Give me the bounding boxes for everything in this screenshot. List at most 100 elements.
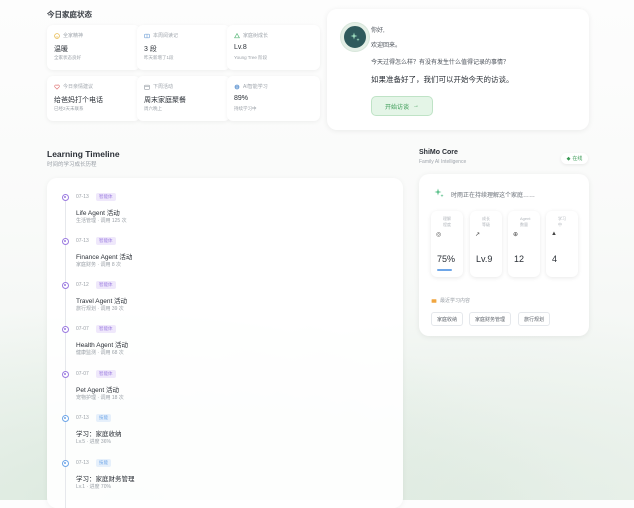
stat-card-reading[interactable]: 本周阅读记 3 段 昨天新增了1段 — [137, 25, 230, 70]
timeline-badge: 智能体 — [96, 281, 116, 289]
timeline-item-name: Pet Agent 活动 — [76, 387, 119, 394]
timeline-item-meta: 生活管理 · 调用 125 次 — [76, 218, 127, 224]
stat-label: 全家精神 — [63, 33, 84, 39]
heart-icon — [54, 84, 60, 90]
welcome-greeting: 你好, — [371, 28, 385, 34]
metric-learning[interactable]: 学习中 ▲ 4 — [546, 211, 578, 277]
core-title: ShiMo Core — [419, 149, 458, 156]
stat-card-activity[interactable]: 下周活动 周末家庭聚餐 周六晚上 — [137, 76, 230, 121]
timeline-dot-icon — [62, 371, 69, 378]
online-dot-icon: ◆ — [566, 155, 571, 162]
stat-sub: 持续学习中 — [234, 106, 257, 111]
metric-value: 75% — [437, 254, 456, 264]
timeline-badge: 智能体 — [96, 237, 116, 245]
timeline-item-meta: 家庭财务 · 调用 8 次 — [76, 262, 122, 268]
metric-growth[interactable]: 成长等级 ↗ Lv.9 — [470, 211, 502, 277]
timeline-item[interactable]: 07-13 技能 学习：家庭收纳 Lv.5 · 进度 36% — [59, 414, 359, 455]
timeline-badge: 智能体 — [96, 325, 116, 333]
calendar-icon — [144, 84, 150, 90]
globe-icon: ⊕ — [513, 232, 519, 238]
timeline-item[interactable]: 07-13 技能学习：家庭财务管理 Lv.1 · 进度 70% — [59, 459, 359, 500]
timeline-item-name: 学习：家庭收纳 — [76, 431, 122, 438]
metric-label: 理解程度 — [443, 216, 451, 227]
trend-icon: ↗ — [475, 232, 481, 238]
sparkle-icon — [350, 32, 360, 42]
metric-label: 成长等级 — [482, 216, 490, 227]
stat-sub: 周六晚上 — [144, 106, 162, 111]
timeline-item-meta: 旅行规划 · 调用 39 次 — [76, 306, 124, 312]
timeline-item-name: 学习：家庭财务管理 — [76, 476, 135, 483]
timeline-item[interactable]: 07-13 智能体 Life Agent 活动 生活管理 · 调用 125 次 — [59, 193, 359, 234]
stat-value: 89% — [234, 95, 249, 102]
stat-label: AI智能学习 — [243, 84, 268, 90]
sparkle-icon — [434, 188, 444, 198]
timeline-date: 07-12 — [76, 282, 89, 288]
timeline-dot-icon — [62, 282, 69, 289]
stat-sub: 已经2天未联系 — [54, 106, 84, 111]
start-interview-label: 开始访谈 — [384, 104, 409, 111]
metric-label: 学习中 — [558, 216, 566, 227]
metric-value: 12 — [514, 254, 525, 264]
stat-sub: Young Tree 阶段 — [234, 55, 268, 60]
timeline-dot-icon — [62, 460, 69, 467]
cap-icon: ▲ — [551, 231, 557, 237]
recent-tag[interactable]: 家庭财务管理 — [469, 312, 512, 326]
online-status-badge: ◆ 在线 — [561, 153, 588, 164]
timeline-date: 07-07 — [76, 326, 89, 332]
metric-label: Agent数量 — [520, 216, 531, 227]
stat-label: 下周活动 — [153, 84, 174, 90]
timeline-badge: 技能 — [96, 414, 111, 422]
stat-label: 本周阅读记 — [153, 33, 179, 39]
timeline-date: 07-13 — [76, 415, 89, 421]
stat-card-suggestion[interactable]: 今日亲情建议 给爸妈打个电话 已经2天未联系 — [47, 76, 140, 121]
welcome-back: 欢迎回来。 — [371, 43, 402, 49]
stat-sub: 昨天新增了1段 — [144, 55, 174, 60]
timeline-date: 07-13 — [76, 460, 89, 466]
welcome-prompt: 如果准备好了，我们可以开始今天的访谈。 — [371, 75, 514, 84]
timeline-card: 07-13 智能体 Life Agent 活动 生活管理 · 调用 125 次 07-1… — [47, 178, 403, 508]
welcome-question: 今天过得怎么样？有没有发生什么值得记录的事情？ — [371, 60, 510, 66]
target-icon: ◎ — [436, 232, 442, 238]
metric-understanding[interactable]: 理解程度 ◎ 75% — [431, 211, 463, 277]
timeline-item-name: Health Agent 活动 — [76, 342, 129, 349]
timeline-dot-icon — [62, 194, 69, 201]
family-status-title: 今日家庭状态 — [47, 10, 92, 19]
timeline-date: 07-13 — [76, 238, 89, 244]
timeline-item[interactable]: 07-13 智能体 Finance Agent 活动 家庭财务 · 调用 8 次 — [59, 237, 359, 278]
timeline-badge: 智能体 — [96, 370, 116, 378]
metric-progress-bar — [437, 269, 452, 271]
online-status-label: 在线 — [572, 156, 583, 162]
recent-tag[interactable]: 家庭收纳 — [431, 312, 464, 326]
stat-sub: 全家状态良好 — [54, 55, 81, 60]
timeline-item[interactable]: 07-07 智能体 Pet Agent 活动 宠物护理 · 调用 18 次 — [59, 370, 359, 411]
stat-card-mood[interactable]: 全家精神 温暖 全家状态良好 — [47, 25, 140, 70]
stat-value: 温暖 — [54, 46, 68, 53]
stat-label: 家庭树成长 — [243, 33, 269, 39]
timeline-date: 07-07 — [76, 371, 89, 377]
thinking-text: 时雨正在持续理解这个家庭…… — [451, 193, 536, 199]
book-icon — [431, 298, 437, 303]
timeline-item-meta: Lv.1 · 进度 70% — [76, 484, 111, 490]
stat-card-tree[interactable]: 家庭树成长 Lv.8 Young Tree 阶段 — [227, 25, 320, 70]
timeline-date: 07-13 — [76, 194, 89, 200]
book-icon — [144, 33, 150, 38]
timeline-item-meta: 宠物护理 · 调用 18 次 — [76, 395, 124, 401]
learning-timeline-subtitle: 时间的学习成长历程 — [47, 162, 97, 168]
core-card: 时雨正在持续理解这个家庭…… 理解程度 ◎ 75% 成长等级 ↗ Lv.9 Ag… — [419, 174, 589, 336]
recent-tag[interactable]: 旅行规划 — [518, 312, 551, 326]
recent-learning-label: 最近学习内容 — [431, 297, 470, 304]
timeline-item[interactable]: 07-07 智能体 Health Agent 活动 健康监测 · 调用 68 次 — [59, 325, 359, 366]
metric-value: Lv.9 — [476, 254, 493, 264]
tree-icon — [234, 32, 240, 38]
metric-agents[interactable]: Agent数量 ⊕ 12 — [508, 211, 540, 277]
timeline-badge: 技能 — [96, 459, 111, 467]
timeline-item[interactable]: 07-12 智能体 Travel Agent 活动 旅行规划 · 调用 39 次 — [59, 281, 359, 322]
timeline-item-meta: 健康监测 · 调用 68 次 — [76, 350, 124, 356]
stat-card-ai-learning[interactable]: AI智能学习 89% 持续学习中 — [227, 76, 320, 121]
stat-value: 周末家庭聚餐 — [144, 97, 186, 104]
timeline-dot-icon — [62, 238, 69, 245]
assistant-avatar — [341, 23, 369, 51]
stat-value: 给爸妈打个电话 — [54, 97, 103, 104]
start-interview-button[interactable]: 开始访谈 → — [371, 96, 433, 116]
info-icon — [234, 84, 240, 89]
